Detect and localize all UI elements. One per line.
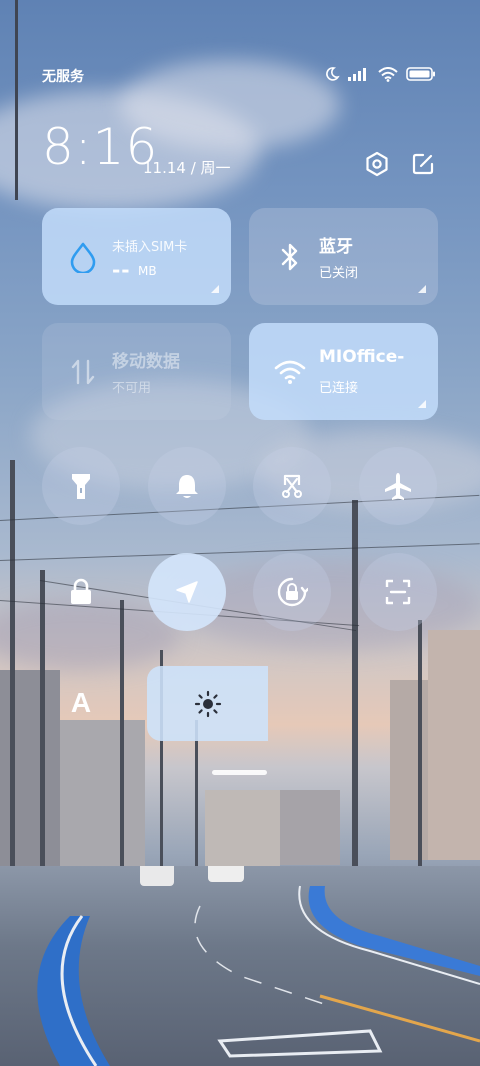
location-arrow-icon <box>176 581 198 603</box>
road-markings <box>37 866 480 1066</box>
auto-brightness-button[interactable]: A <box>42 664 120 742</box>
data-arrows-icon <box>66 355 100 389</box>
wifi-icon <box>273 355 307 389</box>
flashlight-toggle[interactable] <box>42 447 120 525</box>
signal-icon <box>348 68 366 81</box>
rotation-lock-toggle[interactable] <box>253 553 331 631</box>
scissors-screenshot-icon <box>282 474 302 498</box>
bluetooth-status: 已关闭 <box>319 266 359 281</box>
sun-icon <box>194 690 221 717</box>
expand-corner-icon <box>418 400 426 408</box>
edit-icon <box>412 153 434 175</box>
screenshot-toggle[interactable] <box>253 447 331 525</box>
airplane-toggle[interactable] <box>359 447 437 525</box>
droplet-icon <box>66 240 100 274</box>
scan-icon <box>385 579 411 605</box>
airplane-icon <box>385 473 411 500</box>
data-usage-value: -- <box>112 258 131 282</box>
bluetooth-title: 蓝牙 <box>319 237 353 257</box>
mobile-data-title: 移动数据 <box>112 352 180 372</box>
ringer-toggle[interactable] <box>148 447 226 525</box>
rotation-lock-icon <box>277 577 308 607</box>
auto-brightness-icon: A <box>70 687 92 718</box>
battery-icon <box>406 67 435 81</box>
location-toggle[interactable] <box>148 553 226 631</box>
brightness-slider[interactable] <box>147 666 268 741</box>
data-usage-unit: MB <box>138 264 157 278</box>
carrier-label: 无服务 <box>42 69 84 85</box>
scanner-toggle[interactable] <box>359 553 437 631</box>
expand-corner-icon <box>418 285 426 293</box>
mobile-data-status: 不可用 <box>112 381 152 396</box>
wifi-icon <box>378 66 398 82</box>
wifi-network-name: MIOffice- <box>319 347 405 367</box>
status-bar: 无服务 <box>0 62 480 90</box>
bluetooth-tile[interactable]: 蓝牙 已关闭 <box>249 208 438 305</box>
bell-icon <box>176 475 198 498</box>
lock-icon <box>71 578 91 604</box>
settings-button[interactable] <box>362 149 392 179</box>
bluetooth-icon <box>273 240 307 274</box>
expand-corner-icon <box>211 285 219 293</box>
panel-drag-handle[interactable] <box>212 770 267 775</box>
wifi-status: 已连接 <box>319 381 359 396</box>
flashlight-icon <box>72 474 90 499</box>
moon-icon <box>326 67 340 81</box>
wifi-tile[interactable]: MIOffice- 已连接 <box>249 323 438 420</box>
mobile-data-tile[interactable]: 移动数据 不可用 <box>42 323 231 420</box>
clock-time: 8:16 <box>42 118 159 176</box>
data-usage-tile[interactable]: 未插入SIM卡 -- MB <box>42 208 231 305</box>
sim-status-label: 未插入SIM卡 <box>112 240 188 255</box>
edit-button[interactable] <box>408 149 438 179</box>
lock-screen-toggle[interactable] <box>42 553 120 631</box>
clock-date: 11.14 / 周一 <box>143 159 231 177</box>
settings-icon <box>366 151 388 177</box>
